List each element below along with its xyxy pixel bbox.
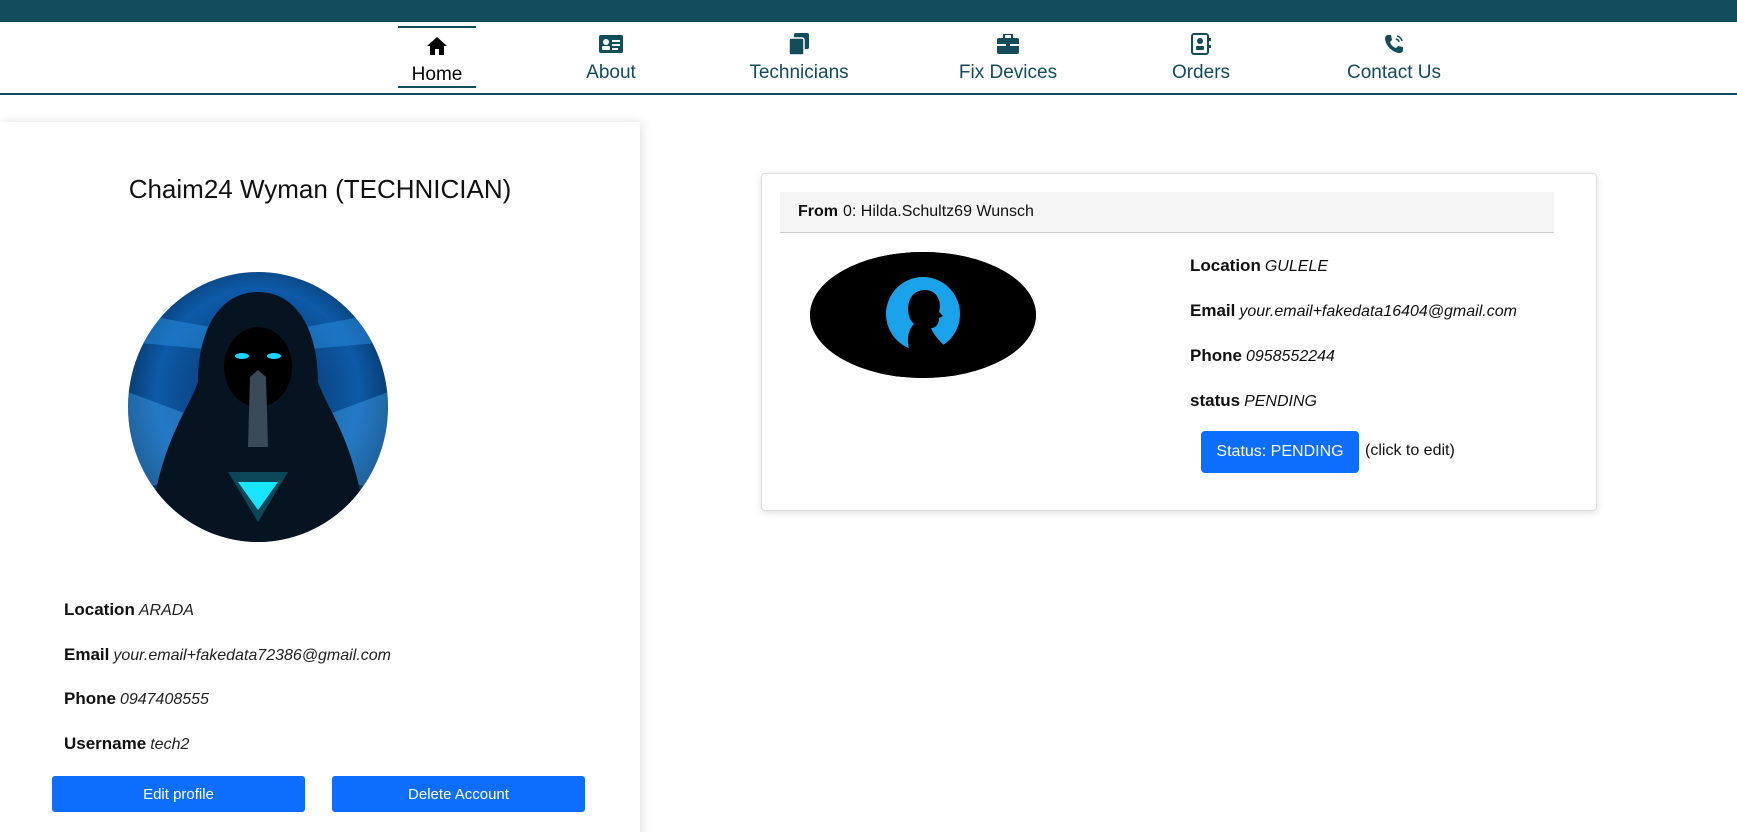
nav-item-fix-devices[interactable]: Fix Devices	[958, 26, 1058, 88]
id-card-icon	[599, 32, 623, 56]
nav-item-orders[interactable]: Orders	[1170, 26, 1232, 88]
profile-username: Username tech2	[64, 734, 189, 754]
main-navbar: Home About Technicians Fix Devices Order…	[0, 22, 1737, 95]
order-status: status PENDING	[1190, 391, 1317, 411]
location-value: ARADA	[138, 602, 194, 619]
order-phone: Phone 0958552244	[1190, 346, 1335, 366]
delete-account-button[interactable]: Delete Account	[332, 776, 585, 812]
nav-item-contact-us[interactable]: Contact Us	[1346, 26, 1442, 88]
nav-item-label: Contact Us	[1347, 62, 1441, 83]
nav-item-home[interactable]: Home	[398, 26, 476, 88]
from-label: From	[798, 203, 838, 220]
order-card: From 0: Hilda.Schultz69 Wunsch Location GU…	[761, 173, 1597, 511]
order-email-label: Email	[1190, 301, 1236, 320]
email-value: your.email+fakedata72386@gmail.com	[113, 647, 391, 664]
copy-icon	[787, 32, 811, 56]
nav-item-label: Orders	[1171, 62, 1231, 83]
nav-item-label: Fix Devices	[958, 62, 1058, 83]
order-location-value: GULELE	[1264, 258, 1328, 275]
from-value: 0: Hilda.Schultz69 Wunsch	[843, 203, 1034, 220]
order-status-label: status	[1190, 391, 1241, 410]
profile-avatar	[128, 272, 388, 542]
order-email: Email your.email+fakedata16404@gmail.com	[1190, 301, 1517, 321]
nav-item-about[interactable]: About	[578, 26, 644, 88]
order-status-value: PENDING	[1244, 393, 1317, 410]
client-avatar	[810, 252, 1036, 378]
username-value: tech2	[150, 736, 190, 753]
address-book-icon	[1189, 32, 1213, 56]
profile-card: Chaim24 Wyman (TECHNICIAN) Location ARAD…	[0, 122, 640, 832]
phone-value: 0947408555	[119, 691, 209, 708]
nav-item-label: Home	[411, 64, 463, 85]
order-location-label: Location	[1190, 256, 1261, 275]
username-label: Username	[64, 734, 147, 753]
profile-title: Chaim24 Wyman (TECHNICIAN)	[128, 174, 512, 204]
top-accent-bar	[0, 0, 1737, 22]
order-phone-label: Phone	[1190, 346, 1242, 365]
profile-email: Email your.email+fakedata72386@gmail.com	[64, 645, 391, 665]
profile-location: Location ARADA	[64, 600, 194, 620]
phone-label: Phone	[64, 689, 116, 708]
status-button[interactable]: Status: PENDING	[1201, 431, 1359, 473]
order-location: Location GULELE	[1190, 256, 1328, 276]
briefcase-icon	[996, 32, 1020, 56]
location-label: Location	[64, 600, 135, 619]
nav-item-technicians[interactable]: Technicians	[749, 26, 849, 88]
order-header: From 0: Hilda.Schultz69 Wunsch	[780, 192, 1554, 233]
home-icon	[425, 34, 449, 58]
phone-icon	[1382, 32, 1406, 56]
click-to-edit-hint: (click to edit)	[1365, 442, 1455, 459]
nav-item-label: About	[586, 62, 636, 83]
order-phone-value: 0958552244	[1245, 348, 1335, 365]
order-email-value: your.email+fakedata16404@gmail.com	[1239, 303, 1517, 320]
email-label: Email	[64, 645, 110, 664]
profile-phone: Phone 0947408555	[64, 689, 209, 709]
edit-profile-button[interactable]: Edit profile	[52, 776, 305, 812]
nav-item-label: Technicians	[749, 62, 849, 83]
